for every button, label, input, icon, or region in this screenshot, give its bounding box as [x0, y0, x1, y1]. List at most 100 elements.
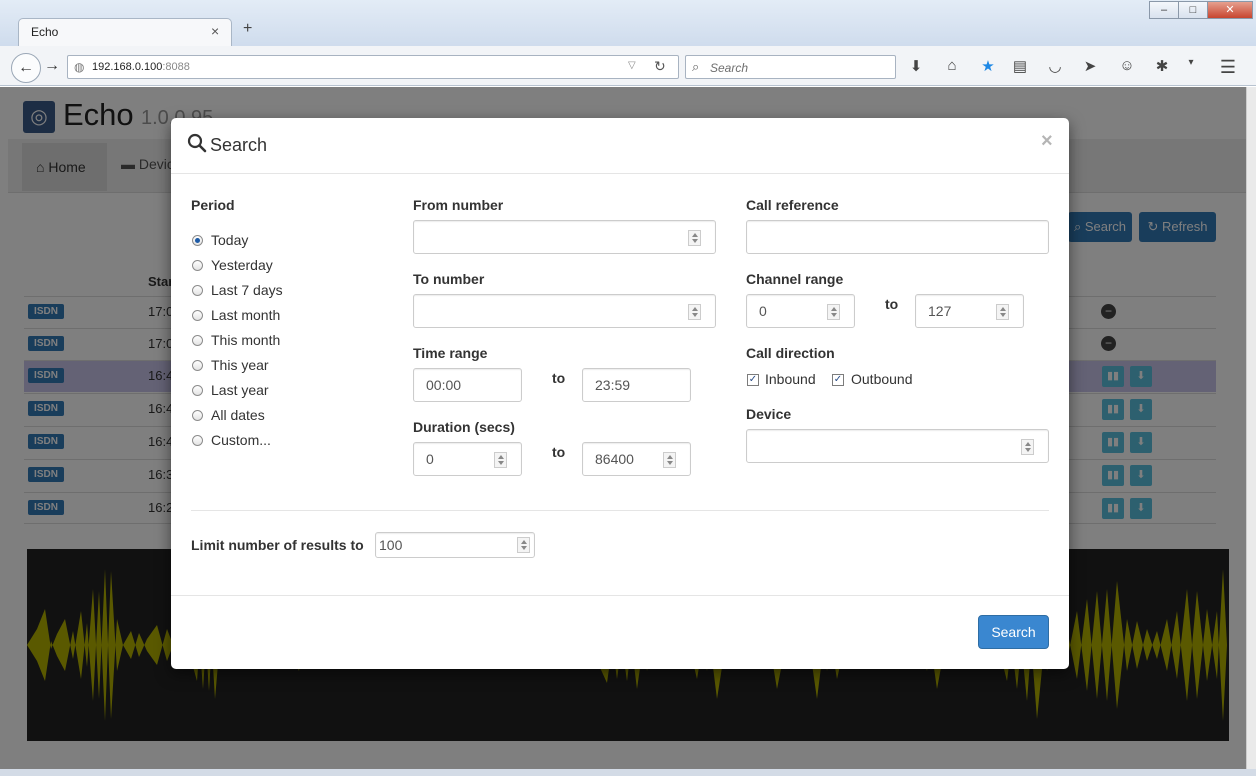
period-option-all-dates[interactable]: All dates: [191, 406, 331, 426]
forward-button[interactable]: →: [44, 57, 60, 75]
radio-label: Today: [211, 232, 249, 248]
radio-label: Custom...: [211, 432, 271, 448]
divider: [191, 510, 1049, 511]
menu-icon[interactable]: ☰: [1218, 57, 1238, 77]
radio-button[interactable]: [192, 410, 203, 421]
duration-to-value: 86400: [595, 451, 634, 467]
reading-list-icon[interactable]: ▤: [1010, 57, 1030, 77]
duration-from-input[interactable]: 0: [413, 442, 522, 476]
time-range-label: Time range: [413, 345, 488, 361]
time-to-input[interactable]: 23:59: [582, 368, 691, 402]
send-icon[interactable]: ➤: [1080, 57, 1100, 77]
time-from-input[interactable]: 00:00: [413, 368, 522, 402]
page-scrollbar[interactable]: [1246, 87, 1256, 769]
new-tab-button[interactable]: +: [243, 20, 252, 38]
inbound-option[interactable]: ✓ Inbound: [746, 371, 826, 389]
limit-label: Limit number of results to: [191, 537, 364, 553]
extension-icon[interactable]: ✱: [1152, 57, 1172, 77]
period-label: Period: [191, 197, 235, 213]
minimize-button[interactable]: –: [1149, 1, 1179, 19]
back-button[interactable]: ←: [11, 53, 41, 83]
number-stepper[interactable]: [663, 452, 676, 468]
duration-from-value: 0: [426, 451, 434, 467]
close-window-button[interactable]: ✕: [1207, 1, 1253, 19]
period-option-this-month[interactable]: This month: [191, 331, 331, 351]
outbound-option[interactable]: ✓ Outbound: [831, 371, 921, 389]
radio-label: All dates: [211, 407, 265, 423]
radio-label: Last year: [211, 382, 269, 398]
channel-to-label: to: [885, 296, 899, 312]
home-icon[interactable]: ⌂: [942, 57, 962, 77]
radio-label: This year: [211, 357, 269, 373]
outbound-label: Outbound: [851, 371, 913, 387]
radio-label: This month: [211, 332, 281, 348]
time-to-label: to: [552, 370, 566, 386]
limit-input[interactable]: 100: [375, 532, 535, 558]
url-dropdown-icon[interactable]: ▽: [628, 60, 636, 71]
bookmark-star-icon[interactable]: ★: [978, 57, 998, 77]
reload-icon[interactable]: ↻: [654, 58, 666, 75]
duration-to-input[interactable]: 86400: [582, 442, 691, 476]
chat-icon[interactable]: ☺: [1117, 57, 1137, 77]
channel-from-input[interactable]: 0: [746, 294, 855, 328]
maximize-button[interactable]: □: [1178, 1, 1208, 19]
period-option-today[interactable]: Today: [191, 231, 331, 251]
duration-label: Duration (secs): [413, 419, 515, 435]
inbound-label: Inbound: [765, 371, 816, 387]
browser-tab[interactable]: Echo ×: [18, 18, 232, 46]
duration-to-label: to: [552, 444, 566, 460]
modal-title: Search: [210, 135, 268, 155]
period-option-last-7-days[interactable]: Last 7 days: [191, 281, 331, 301]
radio-button[interactable]: [192, 235, 203, 246]
call-reference-input[interactable]: [746, 220, 1049, 254]
modal-footer-divider: [171, 595, 1069, 596]
pocket-icon[interactable]: ◡: [1045, 57, 1065, 77]
device-select[interactable]: [746, 429, 1049, 463]
radio-button[interactable]: [192, 360, 203, 371]
select-arrows-icon[interactable]: [1021, 439, 1034, 455]
browser-search-input[interactable]: ⌕ Search: [685, 55, 896, 79]
radio-button[interactable]: [192, 435, 203, 446]
number-stepper[interactable]: [827, 304, 840, 320]
time-to-value: 23:59: [595, 377, 631, 393]
download-icon[interactable]: ⬇: [906, 57, 926, 77]
search-submit-button[interactable]: Search: [978, 615, 1049, 649]
period-option-last-month[interactable]: Last month: [191, 306, 331, 326]
radio-button[interactable]: [192, 310, 203, 321]
outbound-checkbox[interactable]: ✓: [832, 374, 844, 386]
radio-label: Last 7 days: [211, 282, 283, 298]
address-bar[interactable]: ◍ 192.168.0.100:8088 ▽ ↻: [67, 55, 679, 79]
search-modal: Search × Period Today Yesterday Last 7 d…: [171, 118, 1069, 669]
limit-value: 100: [379, 537, 403, 553]
radio-label: Last month: [211, 307, 281, 323]
number-stepper[interactable]: [688, 304, 701, 320]
radio-button[interactable]: [192, 385, 203, 396]
browser-titlebar: Echo × + – □ ✕: [0, 0, 1256, 46]
url-text: 192.168.0.100:8088: [92, 61, 190, 73]
radio-button[interactable]: [192, 260, 203, 271]
search-icon: ⌕: [692, 59, 700, 74]
period-option-this-year[interactable]: This year: [191, 356, 331, 376]
browser-navbar: ← → ◍ 192.168.0.100:8088 ▽ ↻ ⌕ Search ⬇ …: [0, 46, 1256, 86]
period-option-yesterday[interactable]: Yesterday: [191, 256, 331, 276]
inbound-checkbox[interactable]: ✓: [747, 374, 759, 386]
period-option-custom[interactable]: Custom...: [191, 431, 331, 451]
tab-title: Echo: [31, 25, 59, 39]
tab-close-icon[interactable]: ×: [211, 23, 219, 39]
number-stepper[interactable]: [688, 230, 701, 246]
to-number-input[interactable]: [413, 294, 716, 328]
radio-button[interactable]: [192, 335, 203, 346]
chevron-down-icon[interactable]: ▾: [1181, 57, 1201, 77]
number-stepper[interactable]: [494, 452, 507, 468]
radio-button[interactable]: [192, 285, 203, 296]
number-stepper[interactable]: [996, 304, 1009, 320]
channel-to-input[interactable]: 127: [915, 294, 1024, 328]
channel-to-value: 127: [928, 303, 952, 319]
call-reference-label: Call reference: [746, 197, 839, 213]
from-number-input[interactable]: [413, 220, 716, 254]
number-stepper[interactable]: [517, 537, 530, 553]
modal-close-button[interactable]: ×: [1041, 130, 1053, 153]
channel-range-label: Channel range: [746, 271, 844, 287]
radio-label: Yesterday: [211, 257, 273, 273]
period-option-last-year[interactable]: Last year: [191, 381, 331, 401]
